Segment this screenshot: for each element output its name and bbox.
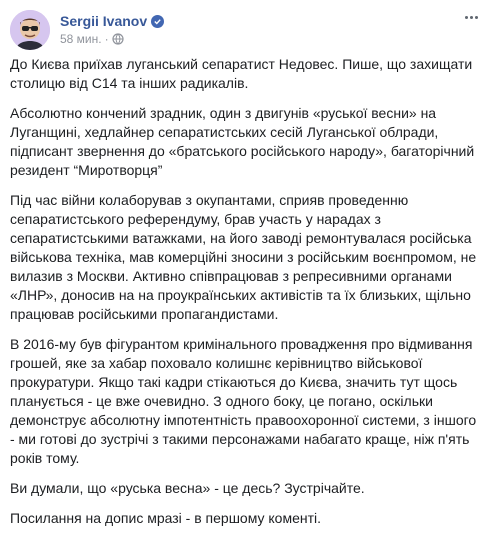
author-name-link[interactable]: Sergii Ivanov: [60, 13, 165, 29]
post-timestamp[interactable]: 58 мин.: [60, 32, 102, 46]
post-paragraph: До Києва приїхав луганський сепаратист Н…: [10, 56, 473, 91]
more-options-icon[interactable]: [461, 10, 481, 24]
globe-icon[interactable]: [112, 33, 124, 45]
verified-badge-icon: [151, 14, 165, 28]
meta-separator: ·: [104, 32, 109, 46]
post-paragraph: Під час війни колаборував з окупантами, …: [10, 192, 477, 322]
post-paragraph: Посилання на допис мразі - в першому ком…: [10, 510, 322, 526]
post-paragraph: В 2016-му був фігурантом кримінального п…: [10, 336, 477, 466]
post-header: Sergii Ivanov 58 мин. ·: [10, 10, 481, 50]
post-body: До Києва приїхав луганський сепаратист Н…: [10, 55, 478, 539]
post-paragraph: Абсолютно кончений зрадник, один з двигу…: [10, 105, 475, 178]
post-meta: 58 мин. ·: [60, 32, 124, 46]
facebook-post: Sergii Ivanov 58 мин. · До Києва приїхав…: [0, 0, 491, 526]
post-paragraph: Ви думали, що «руська весна» - це десь? …: [10, 480, 365, 496]
author-avatar[interactable]: [10, 10, 50, 50]
author-name[interactable]: Sergii Ivanov: [60, 13, 147, 29]
